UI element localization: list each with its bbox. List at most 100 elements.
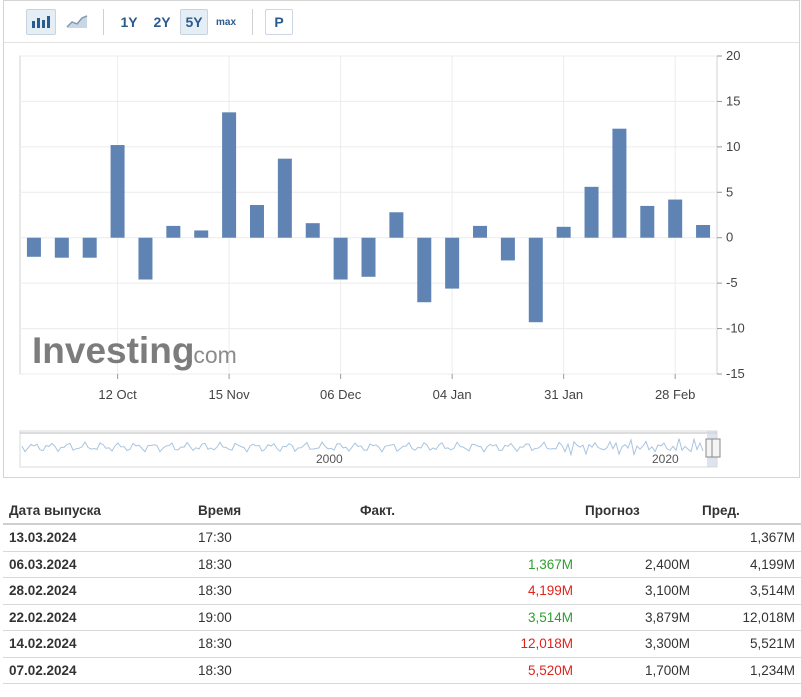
bar[interactable] xyxy=(389,212,404,238)
bar[interactable] xyxy=(640,205,655,238)
y-tick-label: 10 xyxy=(726,139,740,154)
watermark-brand: Investing xyxy=(32,330,194,371)
bar[interactable] xyxy=(500,237,515,261)
bar[interactable] xyxy=(417,237,432,303)
bar[interactable] xyxy=(277,158,292,238)
bar[interactable] xyxy=(222,112,237,238)
navigator[interactable]: 2000 2020 xyxy=(19,430,721,468)
area-chart-toggle[interactable] xyxy=(62,9,92,35)
bar[interactable] xyxy=(82,237,97,258)
x-tick-label: 15 Nov xyxy=(208,387,250,402)
forecast-cell: 3,100M xyxy=(579,577,696,605)
period-max-button[interactable]: max xyxy=(212,9,240,35)
bar[interactable] xyxy=(194,230,209,238)
bar[interactable] xyxy=(612,128,627,238)
x-tick-label: 12 Oct xyxy=(98,387,137,402)
y-tick-label: -5 xyxy=(726,275,738,290)
forecast-cell: 2,400M xyxy=(579,551,696,578)
bar[interactable] xyxy=(556,226,571,238)
time-cell: 19:00 xyxy=(192,604,354,631)
bar[interactable] xyxy=(473,225,488,238)
previous-cell: 5,521M xyxy=(696,630,801,658)
x-tick-label: 28 Feb xyxy=(655,387,695,402)
y-axis: 20 15 10 5 0 -5 -10 -15 xyxy=(717,48,745,381)
forecast-cell: 3,300M xyxy=(579,630,696,658)
previous-cell: 4,199M xyxy=(696,551,801,578)
bar[interactable] xyxy=(26,237,41,257)
time-cell: 17:30 xyxy=(192,524,354,552)
forecast-cell: 3,879M xyxy=(579,604,696,631)
header-previous[interactable]: Пред. xyxy=(696,497,801,525)
release-date-cell: 07.02.2024 xyxy=(3,657,192,684)
navigator-handle-right[interactable] xyxy=(711,438,721,458)
bar-chart: 20 15 10 5 0 -5 -10 -15 12 Oct 15 Nov 06 Dec 04 Ja… xyxy=(19,48,745,468)
y-tick-label: 5 xyxy=(726,184,733,199)
x-axis: 12 Oct 15 Nov 06 Dec 04 Jan 31 Jan 28 Feb xyxy=(98,374,695,402)
previous-cell: 1,367M xyxy=(696,524,801,552)
header-actual[interactable]: Факт. xyxy=(354,497,579,525)
table-header-row: Дата выпуска Время Факт. Прогноз Пред. xyxy=(3,497,801,525)
forecast-cell: 1,700M xyxy=(579,657,696,684)
header-forecast[interactable]: Прогноз xyxy=(579,497,696,525)
navigator-frame xyxy=(19,430,718,468)
period-2y-button[interactable]: 2Y xyxy=(148,9,176,35)
bar[interactable] xyxy=(696,224,711,238)
actual-cell xyxy=(354,524,579,552)
navigator-label-2020: 2020 xyxy=(652,452,679,466)
actual-cell: 1,367M xyxy=(354,551,579,578)
time-cell: 18:30 xyxy=(192,551,354,578)
time-cell: 18:30 xyxy=(192,630,354,658)
bar-chart-icon xyxy=(32,16,50,28)
p-button[interactable]: P xyxy=(265,9,293,35)
bar[interactable] xyxy=(584,186,599,238)
y-tick-label: -15 xyxy=(726,366,745,381)
bar[interactable] xyxy=(668,199,683,238)
actual-cell: 4,199M xyxy=(354,577,579,605)
release-date-cell: 13.03.2024 xyxy=(3,524,192,552)
time-cell: 18:30 xyxy=(192,657,354,684)
previous-cell: 3,514M xyxy=(696,577,801,605)
bar[interactable] xyxy=(110,145,125,238)
bar[interactable] xyxy=(166,225,181,238)
table-row: 07.02.2024 18:30 5,520M 1,700M 1,234M xyxy=(3,657,801,684)
bar[interactable] xyxy=(333,237,348,280)
previous-cell: 1,234M xyxy=(696,657,801,684)
y-tick-label: -10 xyxy=(726,321,745,336)
toolbar-divider xyxy=(252,9,253,35)
y-tick-label: 15 xyxy=(726,93,740,108)
watermark-suffix: .com xyxy=(187,342,237,368)
actual-cell: 12,018M xyxy=(354,630,579,658)
x-tick-label: 06 Dec xyxy=(320,387,362,402)
bar-chart-toggle[interactable] xyxy=(26,9,56,35)
bar[interactable] xyxy=(138,237,153,280)
table-row: 14.02.2024 18:30 12,018M 3,300M 5,521M xyxy=(3,630,801,658)
navigator-label-2000: 2000 xyxy=(316,452,343,466)
header-release-date[interactable]: Дата выпуска xyxy=(3,497,192,525)
bar[interactable] xyxy=(361,237,376,277)
area-chart-icon xyxy=(66,15,88,28)
forecast-cell xyxy=(579,524,696,552)
table-row: 22.02.2024 19:00 3,514M 3,879M 12,018M xyxy=(3,604,801,631)
release-date-cell: 28.02.2024 xyxy=(3,577,192,605)
chart-panel: 1Y 2Y 5Y max P 20 15 10 5 0 -5 -10 -15 12 Oct 15… xyxy=(3,0,800,478)
release-date-cell: 06.03.2024 xyxy=(3,551,192,578)
events-table: Дата выпуска Время Факт. Прогноз Пред. 1… xyxy=(3,497,801,684)
period-5y-button[interactable]: 5Y xyxy=(180,9,208,35)
bar[interactable] xyxy=(305,223,320,238)
table-row: 28.02.2024 18:30 4,199M 3,100M 3,514M xyxy=(3,577,801,605)
bar[interactable] xyxy=(249,205,264,238)
actual-cell: 3,514M xyxy=(354,604,579,631)
y-tick-label: 0 xyxy=(726,230,733,245)
previous-cell: 12,018M xyxy=(696,604,801,631)
actual-cell: 5,520M xyxy=(354,657,579,684)
y-tick-label: 20 xyxy=(726,48,740,63)
chart-toolbar: 1Y 2Y 5Y max P xyxy=(4,1,799,43)
release-date-cell: 14.02.2024 xyxy=(3,630,192,658)
release-date-cell: 22.02.2024 xyxy=(3,604,192,631)
toolbar-divider xyxy=(103,9,104,35)
header-time[interactable]: Время xyxy=(192,497,354,525)
bar[interactable] xyxy=(445,237,460,289)
period-1y-button[interactable]: 1Y xyxy=(116,9,142,35)
bar[interactable] xyxy=(528,237,543,323)
bar[interactable] xyxy=(54,237,69,258)
